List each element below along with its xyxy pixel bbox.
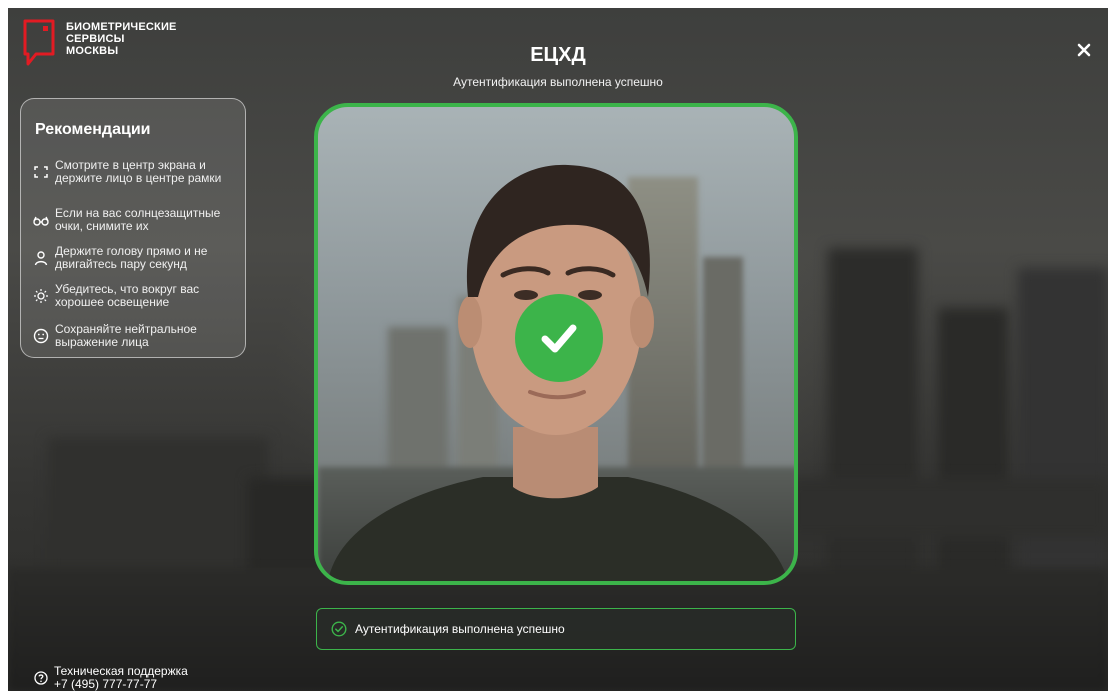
close-icon <box>1077 43 1091 57</box>
neutral-face-icon <box>33 328 49 344</box>
recommendation-item: Если на вас солнцезащитные очки, снимите… <box>33 207 243 233</box>
recommendation-item: Смотрите в центр экрана и держите лицо в… <box>33 159 243 185</box>
sunglasses-icon <box>33 216 49 226</box>
status-text: Аутентификация выполнена успешно <box>355 622 565 636</box>
status-message: Аутентификация выполнена успешно <box>316 608 796 650</box>
recommendation-item: Держите голову прямо и не двигайтесь пар… <box>33 245 243 271</box>
support-phone[interactable]: +7 (495) 777-77-77 <box>54 678 188 691</box>
recommendations-title: Рекомендации <box>35 121 151 138</box>
recommendation-item: Сохраняйте нейтральное выражение лица <box>33 323 243 349</box>
question-circle-icon <box>34 671 48 685</box>
face-frame-icon <box>34 166 48 178</box>
auth-screen: БИОМЕТРИЧЕСКИЕ СЕРВИСЫ МОСКВЫ ЕЦХД Аутен… <box>8 8 1108 691</box>
support-link[interactable]: Техническая поддержка +7 (495) 777-77-77 <box>34 665 188 691</box>
sun-icon <box>34 289 48 303</box>
success-check-badge <box>515 294 603 382</box>
recommendation-item: Убедитесь, что вокруг вас хорошее освеще… <box>33 283 243 309</box>
background-building <box>1018 268 1108 598</box>
check-icon <box>541 324 577 353</box>
page-subtitle: Аутентификация выполнена успешно <box>453 75 663 89</box>
page-title: ЕЦХД <box>530 44 586 66</box>
close-button[interactable] <box>1072 38 1096 62</box>
recommendations-panel: Рекомендации Смотрите в центр экрана и д… <box>20 98 246 358</box>
check-circle-icon <box>331 621 347 637</box>
person-icon <box>34 251 48 266</box>
background-building <box>788 478 1108 538</box>
background-building <box>938 308 1008 588</box>
